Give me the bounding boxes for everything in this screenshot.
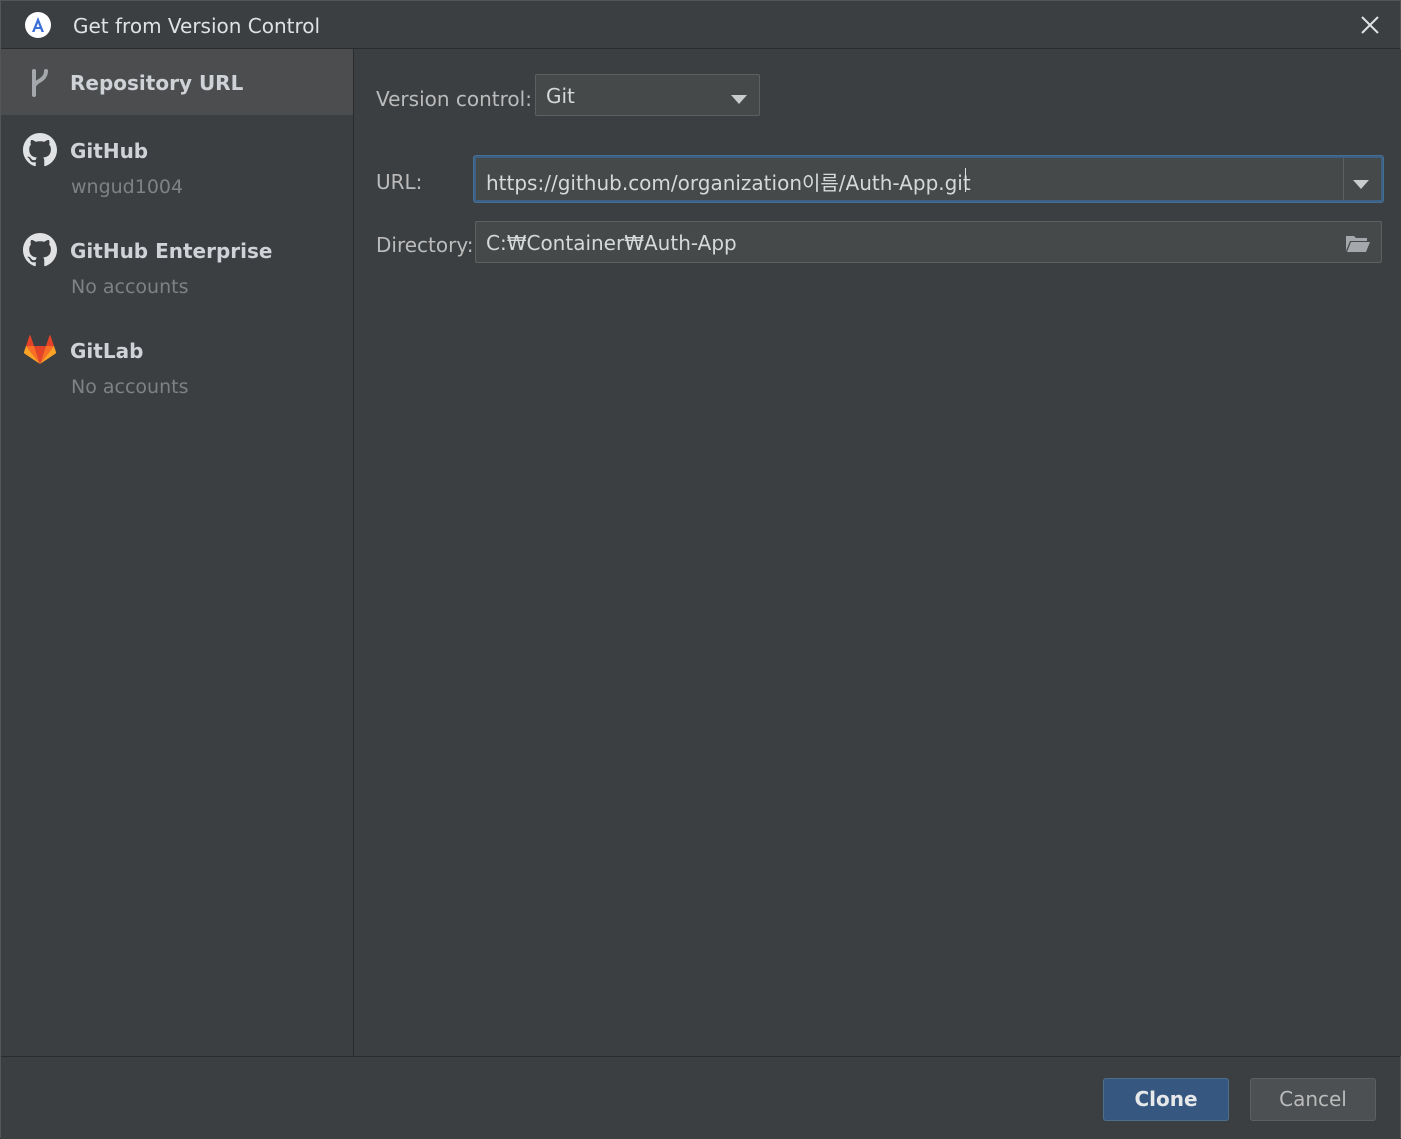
sidebar: Repository URL GitHub wngud1004 GitHub E… [1, 49, 354, 1056]
clone-button[interactable]: Clone [1103, 1078, 1229, 1121]
android-studio-icon [25, 12, 51, 38]
sidebar-item-label: GitHub [70, 139, 149, 163]
chevron-down-icon [731, 90, 747, 109]
text-caret [965, 168, 966, 192]
sidebar-item-gitlab[interactable]: GitLab No accounts [1, 317, 353, 415]
title-bar: Get from Version Control [1, 1, 1400, 49]
window-title: Get from Version Control [73, 14, 321, 38]
directory-input[interactable]: C:₩Container₩Auth-App [475, 221, 1382, 263]
url-label: URL: [376, 170, 423, 194]
folder-icon[interactable] [1345, 233, 1371, 257]
sidebar-item-label: GitLab [70, 339, 144, 363]
gitlab-icon [23, 333, 57, 367]
chevron-down-icon[interactable] [1353, 175, 1369, 194]
close-icon[interactable] [1358, 13, 1382, 37]
cancel-button[interactable]: Cancel [1250, 1078, 1376, 1121]
dialog-footer: Clone Cancel [1, 1056, 1400, 1139]
sidebar-item-label: GitHub Enterprise [70, 239, 273, 263]
version-control-dropdown[interactable]: Git [535, 74, 760, 116]
main-panel: Version control: Git URL: https://github… [355, 49, 1401, 1056]
url-input[interactable]: https://github.com/organization이름/Auth-A… [474, 156, 1383, 202]
sidebar-item-github[interactable]: GitHub wngud1004 [1, 117, 353, 215]
version-control-value: Git [546, 84, 575, 108]
dialog-window: Get from Version Control Repository URL [0, 0, 1401, 1139]
sidebar-item-account: No accounts [71, 276, 189, 298]
version-control-label: Version control: [376, 87, 532, 111]
github-icon [23, 133, 57, 167]
github-icon [23, 233, 57, 267]
dropdown-separator [1343, 158, 1344, 200]
sidebar-item-repository-url[interactable]: Repository URL [1, 49, 353, 115]
url-value: https://github.com/organization이름/Auth-A… [486, 171, 971, 195]
sidebar-item-label: Repository URL [70, 71, 244, 95]
branch-icon [23, 65, 57, 99]
sidebar-item-account: No accounts [71, 376, 189, 398]
sidebar-item-account: wngud1004 [71, 176, 184, 198]
sidebar-item-github-enterprise[interactable]: GitHub Enterprise No accounts [1, 217, 353, 315]
directory-label: Directory: [376, 233, 474, 257]
directory-value: C:₩Container₩Auth-App [486, 231, 737, 255]
